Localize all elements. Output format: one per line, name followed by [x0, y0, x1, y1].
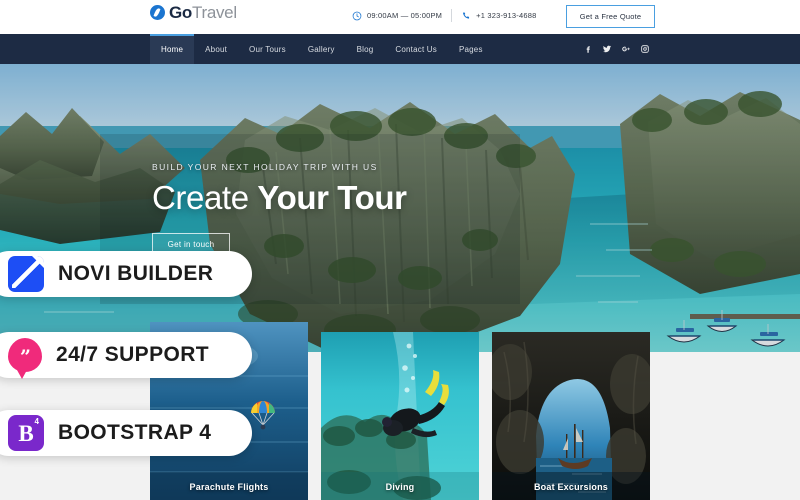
- logo-text-light: Travel: [192, 3, 237, 22]
- badge-novi-builder: NOVI BUILDER: [0, 251, 252, 297]
- hero-title-bold: Your Tour: [257, 179, 407, 216]
- hero-title-light: Create: [152, 179, 258, 216]
- nav-item-home[interactable]: Home: [150, 34, 195, 64]
- tour-card-boat-excursions-label: Boat Excursions: [533, 482, 609, 492]
- contact-divider: [451, 9, 453, 22]
- hero-title: Create Your Tour: [152, 180, 407, 216]
- phone-number-text: +1 323-913-4688: [476, 11, 537, 20]
- nav-item-home-label: Home: [161, 44, 184, 54]
- logo-text: GoTravel: [169, 4, 237, 21]
- contact-info: 09:00AM — 05:00PM +1 323-913-4688: [352, 9, 536, 22]
- clock-icon: [352, 11, 362, 21]
- tour-card-boat-excursions[interactable]: Boat Excursions: [492, 332, 650, 500]
- nav-item-list: Home About Our Tours Gallery Blog Contac…: [150, 34, 494, 64]
- nav-item-pages[interactable]: Pages: [448, 34, 494, 64]
- instagram-icon[interactable]: [640, 44, 650, 54]
- facebook-icon[interactable]: [583, 44, 593, 54]
- nav-item-gallery-label: Gallery: [307, 44, 335, 54]
- phone-number[interactable]: +1 323-913-4688: [461, 11, 536, 21]
- novi-builder-icon: [8, 256, 44, 292]
- nav-item-pages-label: Pages: [458, 44, 483, 54]
- nav-item-about-label: About: [205, 44, 228, 54]
- bootstrap-icon: B4: [8, 415, 44, 451]
- boat-excursions-image: [492, 332, 650, 500]
- diving-image: [321, 332, 479, 500]
- nav-item-contact-us-label: Contact Us: [395, 44, 437, 54]
- hero-kicker: BUILD YOUR NEXT HOLIDAY TRIP WITH US: [152, 162, 378, 172]
- speech-bubble-icon: ”: [8, 338, 42, 379]
- nav-item-our-tours[interactable]: Our Tours: [238, 34, 297, 64]
- working-hours: 09:00AM — 05:00PM: [352, 11, 442, 21]
- nav-item-blog[interactable]: Blog: [346, 34, 385, 64]
- tour-card-parachute-flights-label: Parachute Flights: [189, 482, 269, 492]
- social-links: [583, 34, 650, 64]
- compass-icon: [150, 5, 165, 20]
- get-a-free-quote-label: Get a Free Quote: [579, 12, 642, 21]
- nav-item-about[interactable]: About: [194, 34, 238, 64]
- badge-bootstrap: B4 BOOTSTRAP 4: [0, 410, 252, 456]
- site-logo[interactable]: GoTravel: [150, 4, 237, 21]
- nav-item-blog-label: Blog: [356, 44, 374, 54]
- badge-bootstrap-label: BOOTSTRAP 4: [58, 421, 212, 444]
- get-a-free-quote-button[interactable]: Get a Free Quote: [566, 5, 655, 28]
- logo-text-bold: Go: [169, 3, 193, 22]
- hero-content: BUILD YOUR NEXT HOLIDAY TRIP WITH US Cre…: [152, 162, 407, 255]
- working-hours-text: 09:00AM — 05:00PM: [367, 11, 443, 20]
- nav-item-our-tours-label: Our Tours: [249, 44, 286, 54]
- twitter-icon[interactable]: [602, 44, 612, 54]
- phone-icon: [461, 11, 471, 21]
- badge-novi-builder-label: NOVI BUILDER: [58, 262, 214, 285]
- nav-item-contact-us[interactable]: Contact Us: [384, 34, 448, 64]
- landing-page: GoTravel 09:00AM — 05:00PM +1 323-913-46…: [0, 0, 800, 500]
- google-plus-icon[interactable]: [621, 44, 631, 54]
- main-navigation: Home About Our Tours Gallery Blog Contac…: [0, 34, 800, 64]
- nav-item-gallery[interactable]: Gallery: [297, 34, 346, 64]
- get-in-touch-label: Get in touch: [167, 239, 215, 249]
- hero-banner: BUILD YOUR NEXT HOLIDAY TRIP WITH US Cre…: [0, 64, 800, 352]
- tour-card-diving-label: Diving: [385, 482, 415, 492]
- badge-support: ” 24/7 SUPPORT: [0, 332, 252, 379]
- badge-support-label: 24/7 SUPPORT: [56, 343, 210, 366]
- top-bar: GoTravel 09:00AM — 05:00PM +1 323-913-46…: [0, 0, 800, 34]
- tour-card-diving[interactable]: Diving: [321, 332, 479, 500]
- parachute-icon: [249, 401, 277, 431]
